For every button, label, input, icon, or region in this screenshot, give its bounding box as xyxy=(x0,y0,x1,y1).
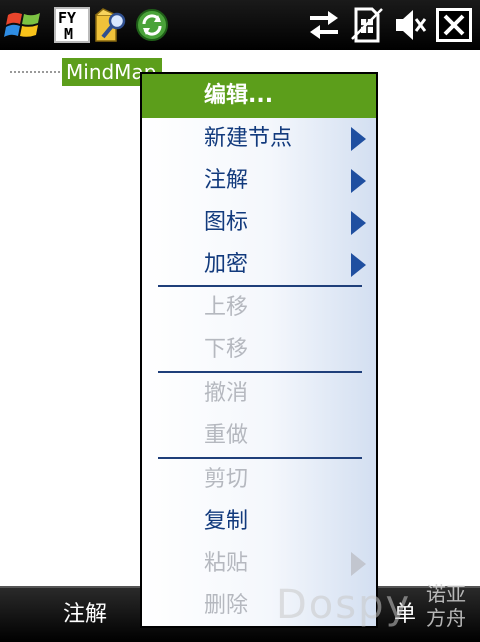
menu-item-note[interactable]: 注解 xyxy=(142,160,376,202)
menu-item-label: 注解 xyxy=(204,168,249,193)
menu-item-edit[interactable]: 编辑... xyxy=(142,74,376,118)
svg-text:M: M xyxy=(64,25,73,43)
menu-item-paste: 粘贴 xyxy=(142,543,376,585)
menu-item-move-up: 上移 xyxy=(142,287,376,329)
tree-connector-line xyxy=(10,71,60,73)
menu-item-undo: 撤消 xyxy=(142,373,376,415)
menu-item-redo: 重做 xyxy=(142,415,376,457)
menu-item-label: 上移 xyxy=(204,295,249,320)
menu-item-label: 下移 xyxy=(204,337,249,362)
submenu-arrow-icon xyxy=(351,211,366,235)
menu-item-label: 重做 xyxy=(204,423,249,448)
search-key-icon[interactable] xyxy=(93,7,129,43)
menu-item-new-node[interactable]: 新建节点 xyxy=(142,118,376,160)
menu-item-label: 图标 xyxy=(204,210,249,235)
menu-item-copy[interactable]: 复制 xyxy=(142,501,376,543)
menu-item-label: 加密 xyxy=(204,252,249,277)
menu-item-label: 撤消 xyxy=(204,381,249,406)
context-menu: 编辑... 新建节点 注解 图标 加密 上移 下移 撤消 重做 剪切 复制 粘贴… xyxy=(140,72,378,628)
menu-item-move-down: 下移 xyxy=(142,329,376,371)
menu-item-label: 粘贴 xyxy=(204,551,249,576)
volume-muted-icon[interactable] xyxy=(393,7,427,43)
sync-icon[interactable] xyxy=(134,7,170,43)
menu-item-icon[interactable]: 图标 xyxy=(142,202,376,244)
windows-start-icon[interactable] xyxy=(4,7,44,43)
menu-item-label: 剪切 xyxy=(204,467,249,492)
fym-app-icon[interactable]: FY M xyxy=(54,7,90,43)
submenu-arrow-icon xyxy=(351,253,366,277)
menu-item-encrypt[interactable]: 加密 xyxy=(142,244,376,286)
menu-item-label: 删除 xyxy=(204,593,249,618)
data-connection-icon[interactable] xyxy=(306,7,342,43)
taskbar: FY M xyxy=(0,0,480,50)
submenu-arrow-icon xyxy=(351,127,366,151)
menu-item-label: 新建节点 xyxy=(204,126,293,151)
close-icon xyxy=(443,14,465,36)
submenu-arrow-icon xyxy=(351,552,366,576)
menu-item-delete: 删除 xyxy=(142,585,376,627)
menu-item-label: 复制 xyxy=(204,509,249,534)
menu-item-cut: 剪切 xyxy=(142,459,376,501)
submenu-arrow-icon xyxy=(351,169,366,193)
sim-card-icon[interactable] xyxy=(350,7,384,43)
close-button[interactable] xyxy=(436,8,472,42)
